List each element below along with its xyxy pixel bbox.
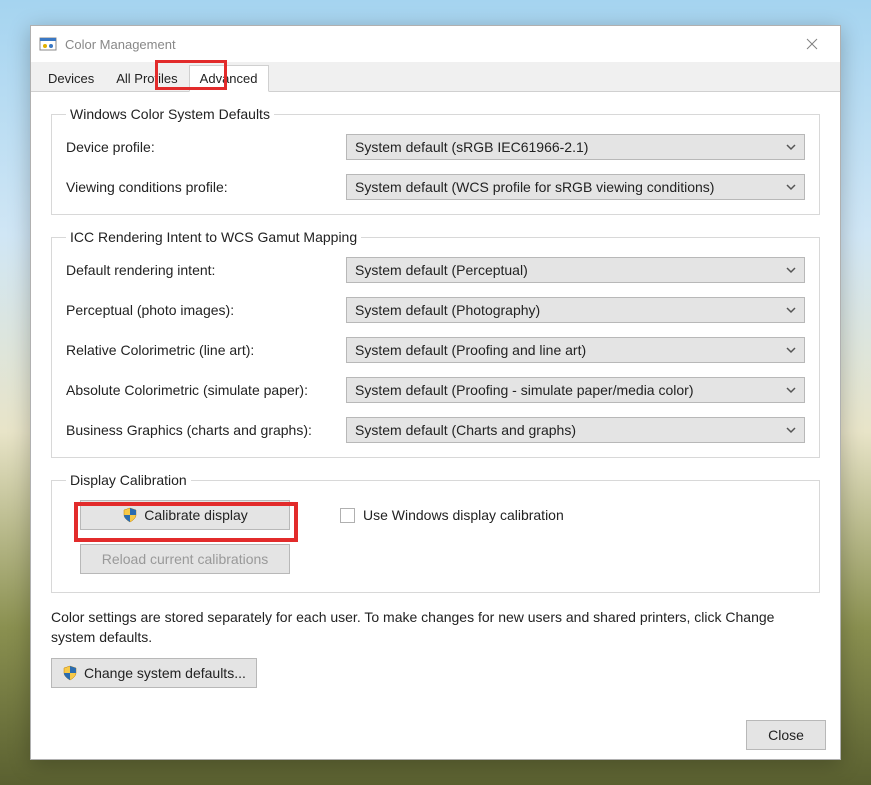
- chevron-down-icon: [786, 262, 796, 278]
- dropdown-value: System default (WCS profile for sRGB vie…: [355, 179, 714, 195]
- change-system-defaults-button[interactable]: Change system defaults...: [51, 658, 257, 688]
- dropdown-relative[interactable]: System default (Proofing and line art): [346, 337, 805, 363]
- tab-bar: Devices All Profiles Advanced: [31, 62, 840, 92]
- dropdown-perceptual[interactable]: System default (Photography): [346, 297, 805, 323]
- dropdown-business[interactable]: System default (Charts and graphs): [346, 417, 805, 443]
- label-perceptual: Perceptual (photo images):: [66, 302, 346, 318]
- group-display-calibration: Display Calibration Calibrate display Us…: [51, 472, 820, 593]
- window-title: Color Management: [65, 37, 792, 52]
- dialog-footer: Close: [31, 711, 840, 759]
- dropdown-device-profile[interactable]: System default (sRGB IEC61966-2.1): [346, 134, 805, 160]
- dropdown-value: System default (Charts and graphs): [355, 422, 576, 438]
- chevron-down-icon: [786, 139, 796, 155]
- label-absolute: Absolute Colorimetric (simulate paper):: [66, 382, 346, 398]
- window-close-button[interactable]: [792, 29, 832, 59]
- tab-advanced[interactable]: Advanced: [189, 65, 269, 92]
- tab-content: Windows Color System Defaults Device pro…: [31, 92, 840, 711]
- close-button[interactable]: Close: [746, 720, 826, 750]
- reload-calibrations-button[interactable]: Reload current calibrations: [80, 544, 290, 574]
- close-icon: [806, 38, 818, 50]
- calibrate-display-button[interactable]: Calibrate display: [80, 500, 290, 530]
- dropdown-absolute[interactable]: System default (Proofing - simulate pape…: [346, 377, 805, 403]
- group-legend: Windows Color System Defaults: [66, 106, 274, 122]
- checkbox-box: [340, 508, 355, 523]
- group-legend: ICC Rendering Intent to WCS Gamut Mappin…: [66, 229, 361, 245]
- group-icc-rendering-intent: ICC Rendering Intent to WCS Gamut Mappin…: [51, 229, 820, 458]
- chevron-down-icon: [786, 382, 796, 398]
- app-icon: [39, 35, 57, 53]
- info-text: Color settings are stored separately for…: [51, 607, 820, 648]
- group-windows-color-system-defaults: Windows Color System Defaults Device pro…: [51, 106, 820, 215]
- dropdown-value: System default (Proofing and line art): [355, 342, 586, 358]
- checkbox-use-windows-calibration[interactable]: Use Windows display calibration: [340, 507, 564, 523]
- label-viewing-conditions: Viewing conditions profile:: [66, 179, 346, 195]
- button-label: Calibrate display: [144, 507, 248, 523]
- label-business: Business Graphics (charts and graphs):: [66, 422, 346, 438]
- chevron-down-icon: [786, 302, 796, 318]
- chevron-down-icon: [786, 342, 796, 358]
- chevron-down-icon: [786, 179, 796, 195]
- dropdown-value: System default (Perceptual): [355, 262, 528, 278]
- color-management-window: Color Management Devices All Profiles Ad…: [30, 25, 841, 760]
- group-legend: Display Calibration: [66, 472, 191, 488]
- dropdown-value: System default (Photography): [355, 302, 540, 318]
- label-default-intent: Default rendering intent:: [66, 262, 346, 278]
- dropdown-default-intent[interactable]: System default (Perceptual): [346, 257, 805, 283]
- button-label: Reload current calibrations: [102, 551, 269, 567]
- label-device-profile: Device profile:: [66, 139, 346, 155]
- chevron-down-icon: [786, 422, 796, 438]
- label-relative: Relative Colorimetric (line art):: [66, 342, 346, 358]
- shield-icon: [122, 507, 138, 523]
- shield-icon: [62, 665, 78, 681]
- tab-devices[interactable]: Devices: [37, 65, 105, 92]
- titlebar: Color Management: [31, 26, 840, 62]
- dropdown-value: System default (Proofing - simulate pape…: [355, 382, 693, 398]
- dropdown-viewing-conditions[interactable]: System default (WCS profile for sRGB vie…: [346, 174, 805, 200]
- checkbox-label: Use Windows display calibration: [363, 507, 564, 523]
- button-label: Close: [768, 727, 804, 743]
- dropdown-value: System default (sRGB IEC61966-2.1): [355, 139, 588, 155]
- tab-all-profiles[interactable]: All Profiles: [105, 65, 188, 92]
- button-label: Change system defaults...: [84, 665, 246, 681]
